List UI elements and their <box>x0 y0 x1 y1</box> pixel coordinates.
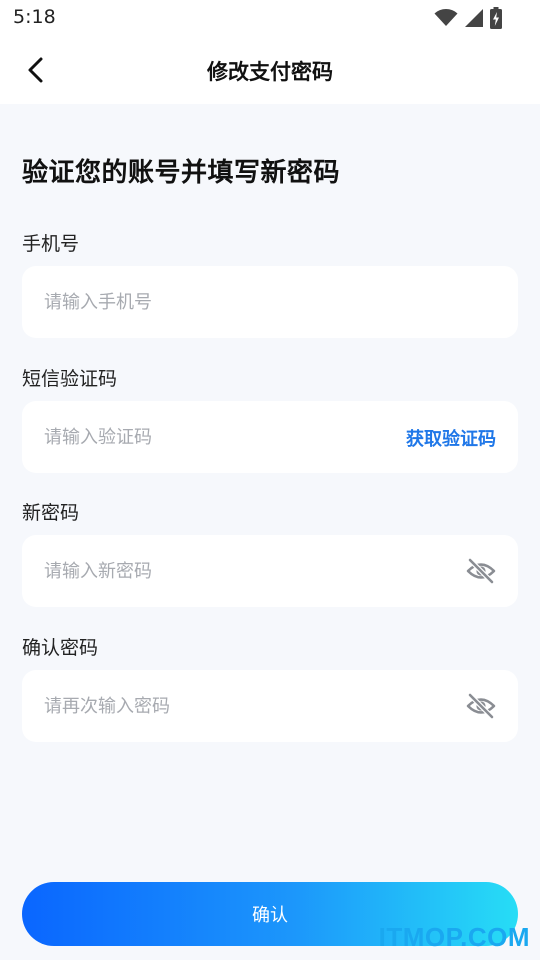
new-password-input[interactable] <box>44 535 384 607</box>
get-code-button[interactable]: 获取验证码 <box>406 425 496 451</box>
status-icons <box>434 7 502 29</box>
confirm-password-field <box>22 670 518 742</box>
phone-input[interactable] <box>44 266 384 338</box>
page-title: 修改支付密码 <box>207 60 333 84</box>
confirm-password-input[interactable] <box>44 670 384 742</box>
confirm-password-label: 确认密码 <box>22 637 99 659</box>
watermark: ITMOP.COM <box>378 922 530 952</box>
sms-code-field: 获取验证码 <box>22 401 518 473</box>
sms-code-label: 短信验证码 <box>22 368 118 390</box>
new-password-label: 新密码 <box>22 502 80 524</box>
top-area: 5:18 修改支付密码 <box>0 0 540 104</box>
status-bar: 5:18 <box>0 0 540 36</box>
header: 修改支付密码 <box>0 36 540 104</box>
status-time: 5:18 <box>13 6 56 28</box>
phone-label: 手机号 <box>22 233 80 255</box>
confirm-button-label: 确认 <box>252 905 288 926</box>
battery-charging-icon <box>490 7 502 29</box>
phone-field <box>22 266 518 338</box>
eye-off-icon[interactable] <box>466 557 496 585</box>
new-password-field <box>22 535 518 607</box>
eye-off-icon[interactable] <box>466 692 496 720</box>
signal-icon <box>464 8 484 28</box>
screen: 5:18 修改支付密码 验证您的账号并填写新密码 手机号 请输入手机号 短信验证… <box>0 0 540 960</box>
wifi-icon <box>434 9 458 27</box>
form-heading: 验证您的账号并填写新密码 <box>22 158 341 188</box>
sms-code-input[interactable] <box>44 401 384 473</box>
